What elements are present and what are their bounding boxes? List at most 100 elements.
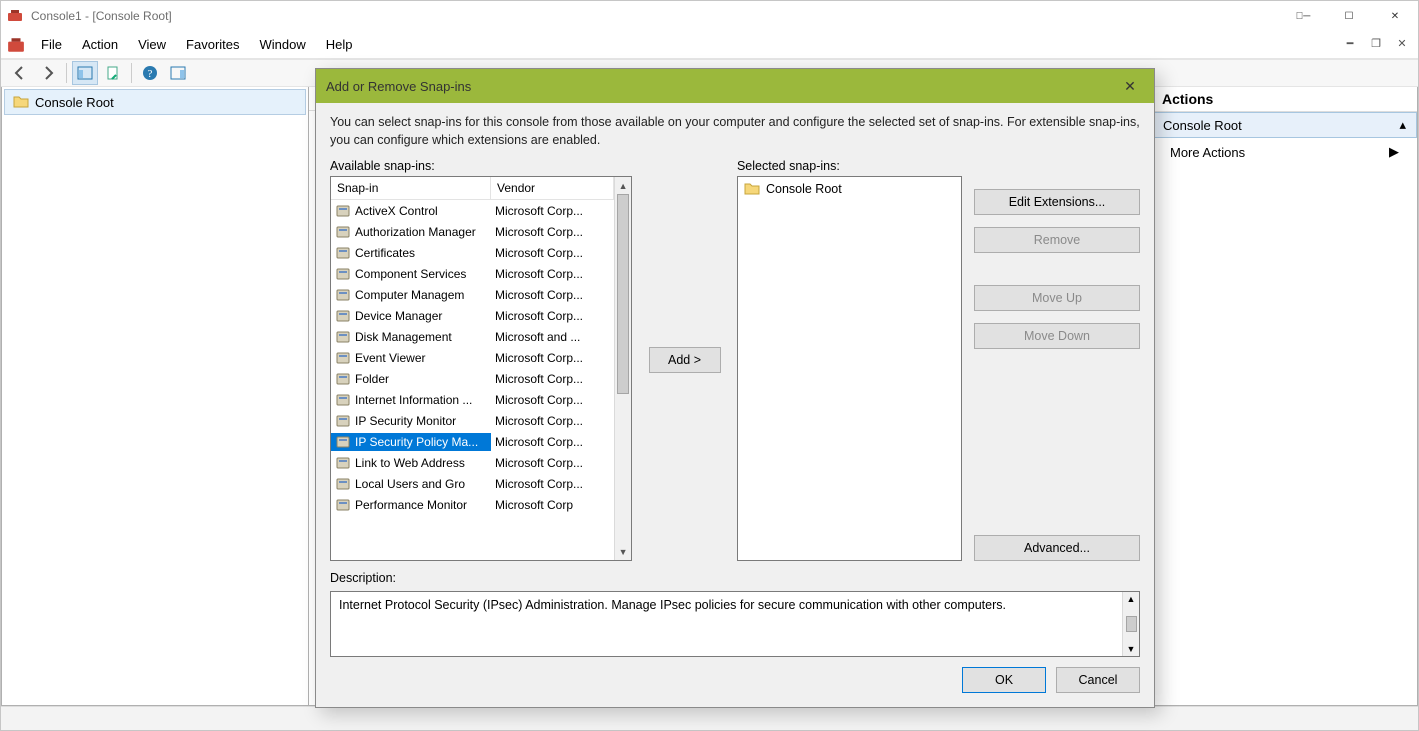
edit-extensions-button[interactable]: Edit Extensions... (974, 189, 1140, 215)
available-snapin-row[interactable]: Performance Monitor Microsoft Corp (331, 494, 614, 515)
scroll-thumb[interactable] (617, 194, 629, 394)
snapin-name: Certificates (355, 246, 415, 260)
add-button[interactable]: Add > (649, 347, 721, 373)
menu-view[interactable]: View (128, 33, 176, 56)
menu-help[interactable]: Help (316, 33, 363, 56)
scroll-up-icon[interactable]: ▲ (615, 177, 631, 194)
ok-button[interactable]: OK (962, 667, 1046, 693)
snapin-name: Link to Web Address (355, 456, 465, 470)
available-snapin-row[interactable]: Internet Information ... Microsoft Corp..… (331, 389, 614, 410)
actions-section-label: Console Root (1163, 118, 1242, 133)
available-snapin-row[interactable]: Computer Managem Microsoft Corp... (331, 284, 614, 305)
tree-root-item[interactable]: Console Root (4, 89, 306, 115)
available-snapin-row[interactable]: CertificatesMicrosoft Corp... (331, 242, 614, 263)
statusbar (1, 706, 1418, 730)
mdi-minimize-button[interactable]: ━ (1340, 33, 1360, 53)
list-scrollbar[interactable]: ▲ ▼ (614, 177, 631, 560)
snapin-icon (335, 413, 351, 429)
selected-root-item[interactable]: Console Root (740, 179, 959, 199)
snapin-vendor: Microsoft Corp... (491, 392, 614, 408)
menu-action[interactable]: Action (72, 33, 128, 56)
selected-snapins-list[interactable]: Console Root (737, 176, 962, 561)
snapin-name: Performance Monitor (355, 498, 467, 512)
available-snapin-row[interactable]: IP Security MonitorMicrosoft Corp... (331, 410, 614, 431)
menu-favorites[interactable]: Favorites (176, 33, 249, 56)
available-snapin-row[interactable]: Event ViewerMicrosoft Corp... (331, 347, 614, 368)
remove-button[interactable]: Remove (974, 227, 1140, 253)
snapin-vendor: Microsoft Corp (491, 497, 614, 513)
dialog-close-button[interactable]: ✕ (1116, 72, 1144, 100)
available-label: Available snap-ins: (330, 159, 632, 173)
dialog-titlebar[interactable]: Add or Remove Snap-ins ✕ (316, 69, 1154, 103)
available-snapin-row[interactable]: Authorization ManagerMicrosoft Corp... (331, 221, 614, 242)
available-snapin-row[interactable]: Link to Web AddressMicrosoft Corp... (331, 452, 614, 473)
app-icon (7, 8, 23, 24)
svg-text:?: ? (148, 68, 153, 80)
description-scrollbar[interactable]: ▲ ▼ (1122, 592, 1139, 656)
folder-icon (744, 181, 760, 197)
snapin-icon (335, 476, 351, 492)
move-up-button[interactable]: Move Up (974, 285, 1140, 311)
dialog-title: Add or Remove Snap-ins (326, 79, 471, 94)
description-text: Internet Protocol Security (IPsec) Admin… (331, 592, 1122, 656)
snapin-icon (335, 245, 351, 261)
snapin-name: Event Viewer (355, 351, 425, 365)
available-snapin-row[interactable]: Component ServicesMicrosoft Corp... (331, 263, 614, 284)
minimize-button[interactable]: ─ (1280, 1, 1326, 31)
snapin-name: IP Security Monitor (355, 414, 456, 428)
show-actions-button[interactable] (165, 61, 191, 85)
maximize-button[interactable]: ☐ (1326, 1, 1372, 31)
snapin-name: Internet Information ... (355, 393, 472, 407)
available-snapins-list[interactable]: Snap-in Vendor ActiveX ControlMicrosoft … (330, 176, 632, 561)
available-snapin-row[interactable]: IP Security Policy Ma...Microsoft Corp..… (331, 431, 614, 452)
toolbox-icon (7, 36, 25, 54)
actions-section-header[interactable]: Console Root ▴ (1152, 112, 1417, 138)
col-vendor-header[interactable]: Vendor (491, 177, 614, 199)
snapin-name: Computer Managem (355, 288, 464, 302)
actions-more-link[interactable]: More Actions ▶ (1152, 138, 1417, 166)
mdi-restore-button[interactable]: ❐ (1366, 33, 1386, 53)
snapin-icon (335, 371, 351, 387)
snapin-name: Device Manager (355, 309, 442, 323)
tree-panel: Console Root (1, 87, 309, 706)
chevron-right-icon: ▶ (1389, 144, 1399, 160)
scroll-thumb[interactable] (1126, 616, 1137, 632)
toolbar-sep (66, 63, 67, 83)
move-down-button[interactable]: Move Down (974, 323, 1140, 349)
cancel-button[interactable]: Cancel (1056, 667, 1140, 693)
snapin-icon (335, 329, 351, 345)
description-box: Internet Protocol Security (IPsec) Admin… (330, 591, 1140, 657)
menu-window[interactable]: Window (250, 33, 316, 56)
nav-back-button[interactable] (7, 61, 33, 85)
export-list-button[interactable] (100, 61, 126, 85)
snapin-name: IP Security Policy Ma... (355, 435, 478, 449)
mdi-close-button[interactable]: ✕ (1392, 33, 1412, 53)
nav-forward-button[interactable] (35, 61, 61, 85)
available-snapin-row[interactable]: ActiveX ControlMicrosoft Corp... (331, 200, 614, 221)
close-button[interactable]: ✕ (1372, 1, 1418, 31)
available-snapin-row[interactable]: Folder Microsoft Corp... (331, 368, 614, 389)
available-snapin-row[interactable]: Disk ManagementMicrosoft and ... (331, 326, 614, 347)
scroll-down-icon[interactable]: ▼ (1127, 644, 1136, 654)
titlebar: Console1 - [Console Root] ─ ☐ ✕ (1, 1, 1418, 31)
menu-file[interactable]: File (31, 33, 72, 56)
snapin-vendor: Microsoft Corp... (491, 371, 614, 387)
snapin-icon (335, 350, 351, 366)
snapin-vendor: Microsoft Corp... (491, 203, 614, 219)
scroll-down-icon[interactable]: ▼ (615, 543, 631, 560)
scroll-up-icon[interactable]: ▲ (1127, 594, 1136, 604)
col-snapin-header[interactable]: Snap-in (331, 177, 491, 199)
advanced-button[interactable]: Advanced... (974, 535, 1140, 561)
help-button[interactable]: ? (137, 61, 163, 85)
selected-label: Selected snap-ins: (737, 159, 962, 173)
snapin-vendor: Microsoft Corp... (491, 287, 614, 303)
snapin-icon (335, 308, 351, 324)
available-snapin-row[interactable]: Device ManagerMicrosoft Corp... (331, 305, 614, 326)
show-tree-button[interactable] (72, 61, 98, 85)
snapin-name: Folder (355, 372, 389, 386)
snapin-name: Disk Management (355, 330, 452, 344)
snapin-icon (335, 287, 351, 303)
snapin-vendor: Microsoft Corp... (491, 476, 614, 492)
available-snapin-row[interactable]: Local Users and GroMicrosoft Corp... (331, 473, 614, 494)
folder-icon (13, 94, 29, 110)
